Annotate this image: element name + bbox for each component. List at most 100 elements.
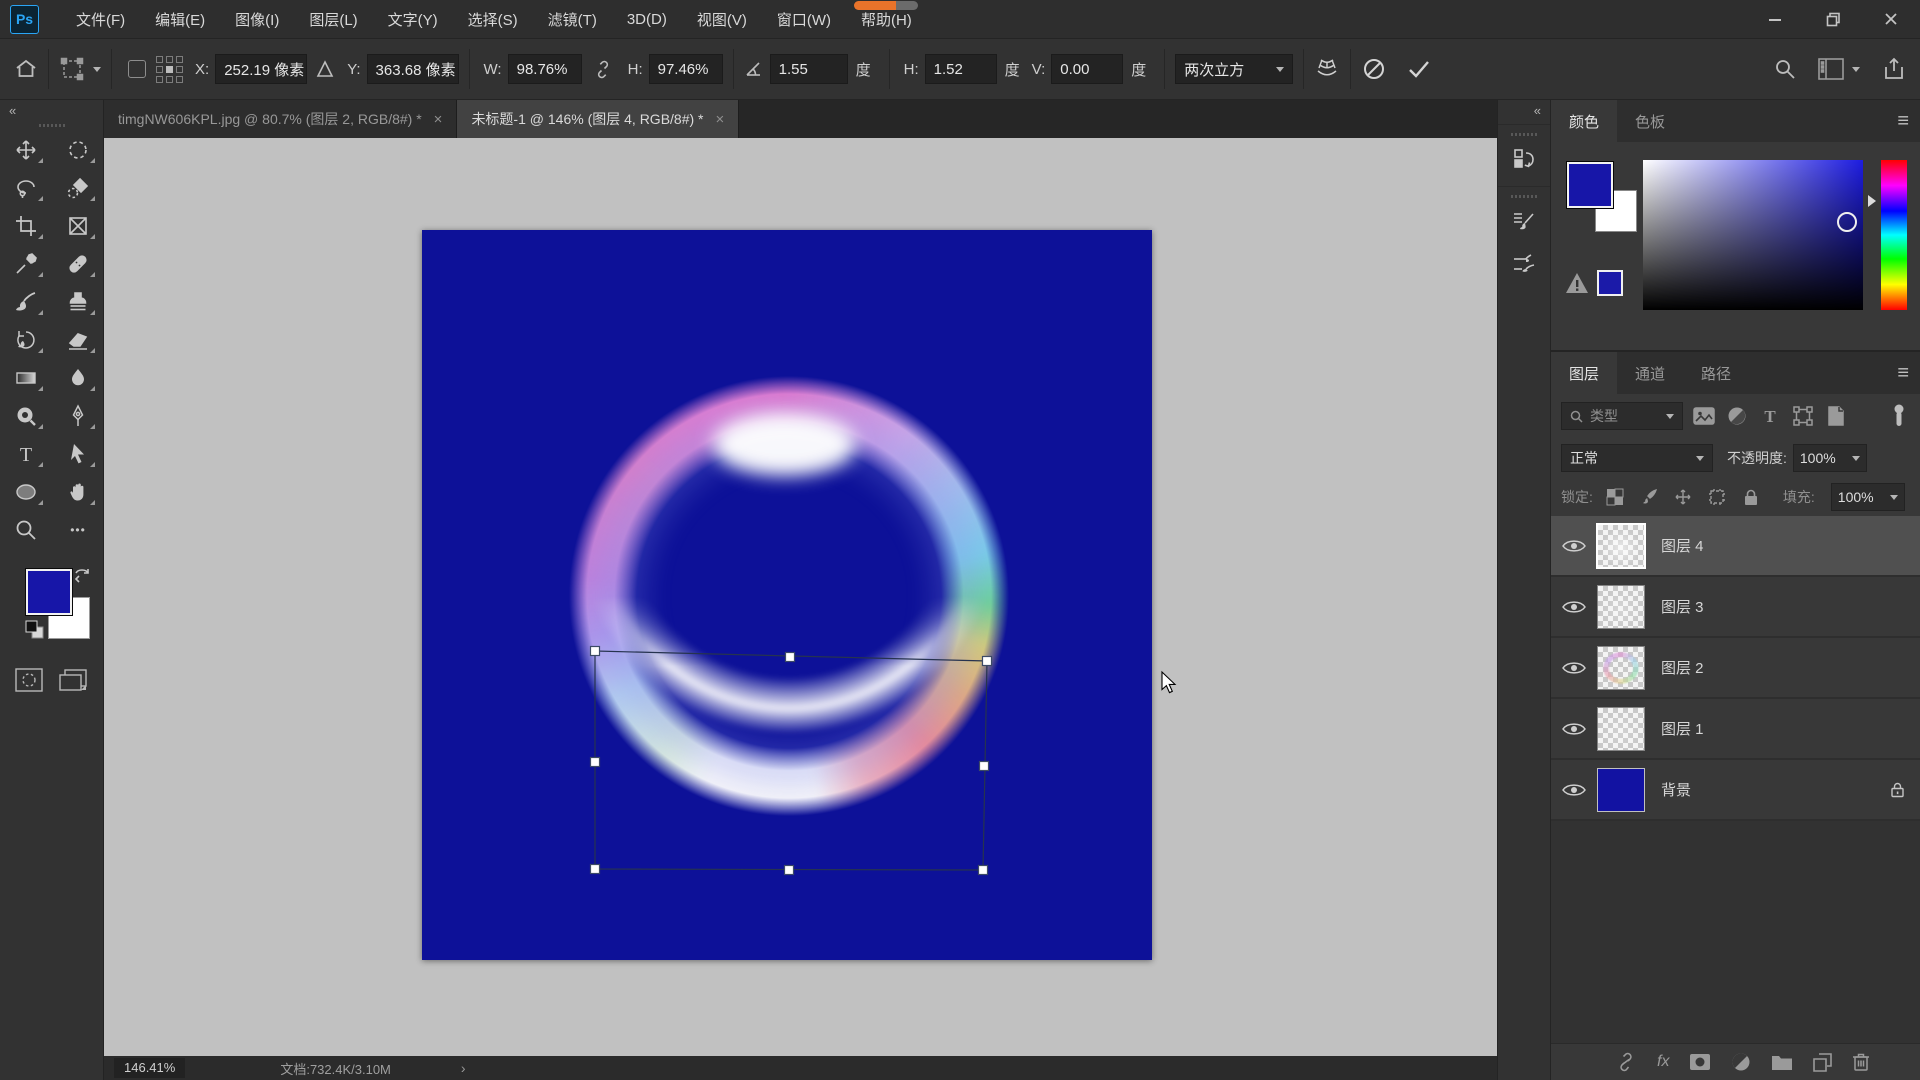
gamut-warning[interactable] (1565, 270, 1623, 296)
elliptical-marquee-tool[interactable] (52, 131, 104, 169)
lock-transparent-pixels-icon[interactable] (1603, 485, 1627, 509)
tab-channels[interactable]: 通道 (1617, 352, 1683, 394)
foreground-color-swatch[interactable] (1566, 161, 1614, 209)
brush-settings-panel-icon[interactable] (1504, 202, 1544, 242)
lasso-tool[interactable] (0, 169, 52, 207)
spot-healing-brush-tool[interactable] (52, 245, 104, 283)
tab-layers[interactable]: 图层 (1551, 352, 1618, 394)
tab-paths[interactable]: 路径 (1683, 352, 1749, 394)
layer-thumbnail[interactable] (1597, 645, 1645, 690)
pen-tool[interactable] (52, 397, 104, 435)
link-dimensions-icon[interactable] (592, 58, 614, 80)
filter-toggle-switch[interactable] (1887, 404, 1911, 428)
height-field[interactable]: 97.46% (648, 54, 723, 84)
move-tool[interactable] (0, 131, 52, 169)
layer-name[interactable]: 图层 1 (1661, 718, 1704, 739)
menu-file[interactable]: 文件(F) (61, 0, 140, 38)
history-brush-tool[interactable] (0, 321, 52, 359)
new-group-icon[interactable] (1771, 1053, 1793, 1071)
layer-row-3[interactable]: 图层 3 (1551, 577, 1920, 638)
link-layers-icon[interactable] (1615, 1052, 1637, 1072)
foreground-color-swatch[interactable] (25, 568, 73, 616)
filter-type-layers-icon[interactable]: T (1758, 404, 1782, 428)
cancel-transform-icon[interactable] (1361, 56, 1387, 82)
menu-layer[interactable]: 图层(L) (294, 0, 372, 38)
new-layer-icon[interactable] (1813, 1052, 1833, 1072)
toggle-reference-point-checkbox[interactable] (128, 60, 146, 78)
visibility-eye-icon[interactable] (1551, 538, 1597, 554)
close-button[interactable] (1862, 0, 1920, 38)
layer-thumbnail[interactable] (1597, 706, 1645, 751)
layer-row-background[interactable]: 背景 (1551, 760, 1920, 821)
dodge-tool[interactable] (0, 397, 52, 435)
gradient-tool[interactable] (0, 359, 52, 397)
crop-tool[interactable] (0, 207, 52, 245)
add-layer-mask-icon[interactable] (1689, 1053, 1711, 1071)
history-panel-icon[interactable] (1504, 140, 1544, 180)
lock-image-pixels-icon[interactable] (1637, 485, 1661, 509)
document-canvas[interactable] (422, 230, 1152, 960)
panel-grip[interactable] (1511, 195, 1537, 198)
blur-tool[interactable] (52, 359, 104, 397)
menu-image[interactable]: 图像(I) (220, 0, 294, 38)
layer-thumbnail[interactable] (1597, 767, 1645, 812)
layer-style-fx-icon[interactable]: fx (1657, 1053, 1669, 1071)
reference-point-locator[interactable] (156, 55, 183, 83)
eraser-tool[interactable] (52, 321, 104, 359)
layer-thumbnail[interactable] (1597, 584, 1645, 629)
zoom-level-field[interactable]: 146.41% (114, 1058, 186, 1078)
layer-thumbnail[interactable] (1597, 523, 1645, 568)
restore-button[interactable] (1804, 0, 1862, 38)
hue-slider[interactable] (1881, 160, 1907, 310)
visibility-eye-icon[interactable] (1551, 599, 1597, 615)
document-tab-2[interactable]: 未标题-1 @ 146% (图层 4, RGB/8#) * × (457, 100, 740, 138)
frame-tool[interactable] (52, 207, 104, 245)
filter-pixel-layers-icon[interactable] (1692, 404, 1716, 428)
quick-selection-tool[interactable] (52, 169, 104, 207)
menu-select[interactable]: 选择(S) (453, 0, 533, 38)
skew-h-field[interactable]: 1.52 (924, 54, 997, 84)
expand-panels-icon[interactable]: « (1498, 100, 1550, 118)
warp-mode-icon[interactable] (1314, 56, 1340, 82)
opacity-field[interactable]: 100% (1792, 444, 1867, 472)
visibility-eye-icon[interactable] (1551, 782, 1597, 798)
menu-filter[interactable]: 滤镜(T) (533, 0, 612, 38)
close-icon[interactable]: × (434, 111, 443, 128)
menu-3d[interactable]: 3D(D) (612, 0, 682, 38)
status-chevron-icon[interactable]: › (461, 1060, 466, 1076)
eyedropper-tool[interactable] (0, 245, 52, 283)
lock-position-icon[interactable] (1671, 485, 1695, 509)
layer-filter-dropdown[interactable]: 类型 (1561, 402, 1683, 430)
lock-all-icon[interactable] (1739, 485, 1763, 509)
adjustment-layer-icon[interactable] (1731, 1052, 1751, 1072)
layer-name[interactable]: 图层 4 (1661, 535, 1704, 556)
visibility-eye-icon[interactable] (1551, 660, 1597, 676)
edit-toolbar-icon[interactable]: ••• (52, 511, 104, 549)
quick-mask-icon[interactable] (14, 667, 44, 693)
lock-artboard-icon[interactable] (1705, 485, 1729, 509)
panel-grip[interactable] (1511, 133, 1537, 136)
menu-edit[interactable]: 编辑(E) (140, 0, 220, 38)
brushes-panel-icon[interactable] (1504, 244, 1544, 284)
minimize-button[interactable] (1746, 0, 1804, 38)
close-icon[interactable]: × (716, 111, 725, 128)
hand-tool[interactable] (52, 473, 104, 511)
swap-colors-icon[interactable] (72, 565, 92, 585)
tab-swatches[interactable]: 色板 (1617, 100, 1683, 142)
search-icon[interactable] (1774, 58, 1796, 80)
filter-smart-objects-icon[interactable] (1824, 404, 1848, 428)
collapse-toolbar-icon[interactable]: « (0, 100, 103, 118)
saturation-brightness-field[interactable] (1643, 160, 1863, 310)
tool-preset-chevron-icon[interactable] (93, 66, 101, 72)
blend-mode-dropdown[interactable]: 正常 (1561, 444, 1713, 472)
layer-name[interactable]: 背景 (1661, 779, 1691, 800)
fill-field[interactable]: 100% (1830, 483, 1905, 511)
interpolation-dropdown[interactable]: 两次立方 (1175, 54, 1294, 84)
brush-tool[interactable] (0, 283, 52, 321)
zoom-tool[interactable] (0, 511, 52, 549)
shape-tool[interactable] (0, 473, 52, 511)
skew-v-field[interactable]: 0.00 (1051, 54, 1124, 84)
workspace-switcher-icon[interactable] (1818, 58, 1860, 80)
path-selection-tool[interactable] (52, 435, 104, 473)
panel-menu-icon[interactable]: ≡ (1897, 352, 1909, 394)
